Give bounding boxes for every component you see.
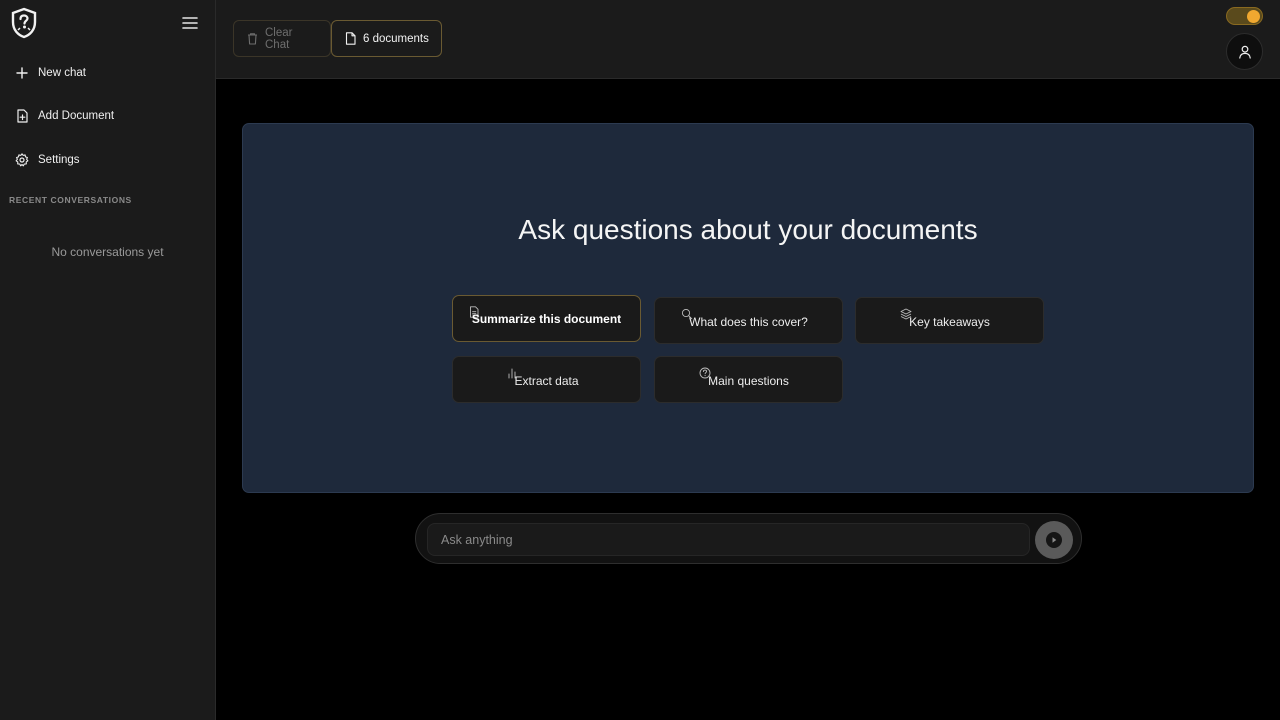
- top-bar: Clear Chat 6 documents: [216, 0, 1280, 79]
- trash-icon: [246, 32, 259, 45]
- plus-icon: [15, 66, 29, 80]
- suggestion-key-takeaways[interactable]: Key takeaways: [855, 297, 1044, 344]
- send-icon: [1046, 532, 1062, 548]
- file-plus-icon: [15, 109, 29, 123]
- clear-chat-label: Clear Chat: [265, 26, 293, 51]
- empty-conversations-message: No conversations yet: [51, 245, 164, 259]
- suggestion-label: Summarize this document: [471, 312, 622, 326]
- user-avatar-button[interactable]: [1226, 33, 1263, 70]
- documents-count-label: 6 documents: [363, 32, 429, 45]
- suggestion-label: Main questions: [708, 374, 789, 388]
- documents-button[interactable]: 6 documents: [331, 20, 442, 57]
- suggestion-label: What does this cover?: [689, 315, 808, 329]
- sidebar-item-label: New chat: [38, 67, 86, 79]
- sidebar-item-label: Settings: [38, 154, 80, 166]
- hamburger-menu-icon[interactable]: [180, 14, 200, 32]
- sidebar: New chat Add Document Settings RECENT CO…: [0, 0, 216, 720]
- chat-input-bar: [415, 513, 1082, 564]
- welcome-panel: Ask questions about your documents Summa…: [242, 123, 1254, 493]
- theme-toggle[interactable]: [1226, 7, 1263, 25]
- sidebar-item-settings[interactable]: Settings: [0, 142, 215, 178]
- page-title: Ask questions about your documents: [518, 214, 978, 245]
- suggestion-extract-data[interactable]: Extract data: [452, 356, 641, 403]
- suggestion-what-does-this-cover[interactable]: What does this cover?: [654, 297, 843, 344]
- recent-conversations-heading: RECENT CONVERSATIONS: [9, 195, 132, 205]
- moon-icon: [1247, 10, 1260, 23]
- chat-input[interactable]: [427, 523, 1030, 556]
- file-icon: [344, 32, 357, 45]
- user-icon: [1237, 44, 1253, 60]
- sidebar-item-add-document[interactable]: Add Document: [0, 98, 215, 134]
- send-button[interactable]: [1035, 521, 1073, 559]
- clear-chat-button[interactable]: Clear Chat: [233, 20, 331, 57]
- sidebar-item-new-chat[interactable]: New chat: [0, 55, 215, 91]
- gear-icon: [15, 153, 29, 167]
- sidebar-item-label: Add Document: [38, 110, 115, 122]
- suggestion-summarize-document[interactable]: Summarize this document: [452, 295, 641, 342]
- suggestion-label: Key takeaways: [909, 315, 990, 329]
- suggestion-main-questions[interactable]: Main questions: [654, 356, 843, 403]
- suggestion-label: Extract data: [514, 374, 579, 388]
- logo-shield-question-icon[interactable]: [10, 7, 38, 39]
